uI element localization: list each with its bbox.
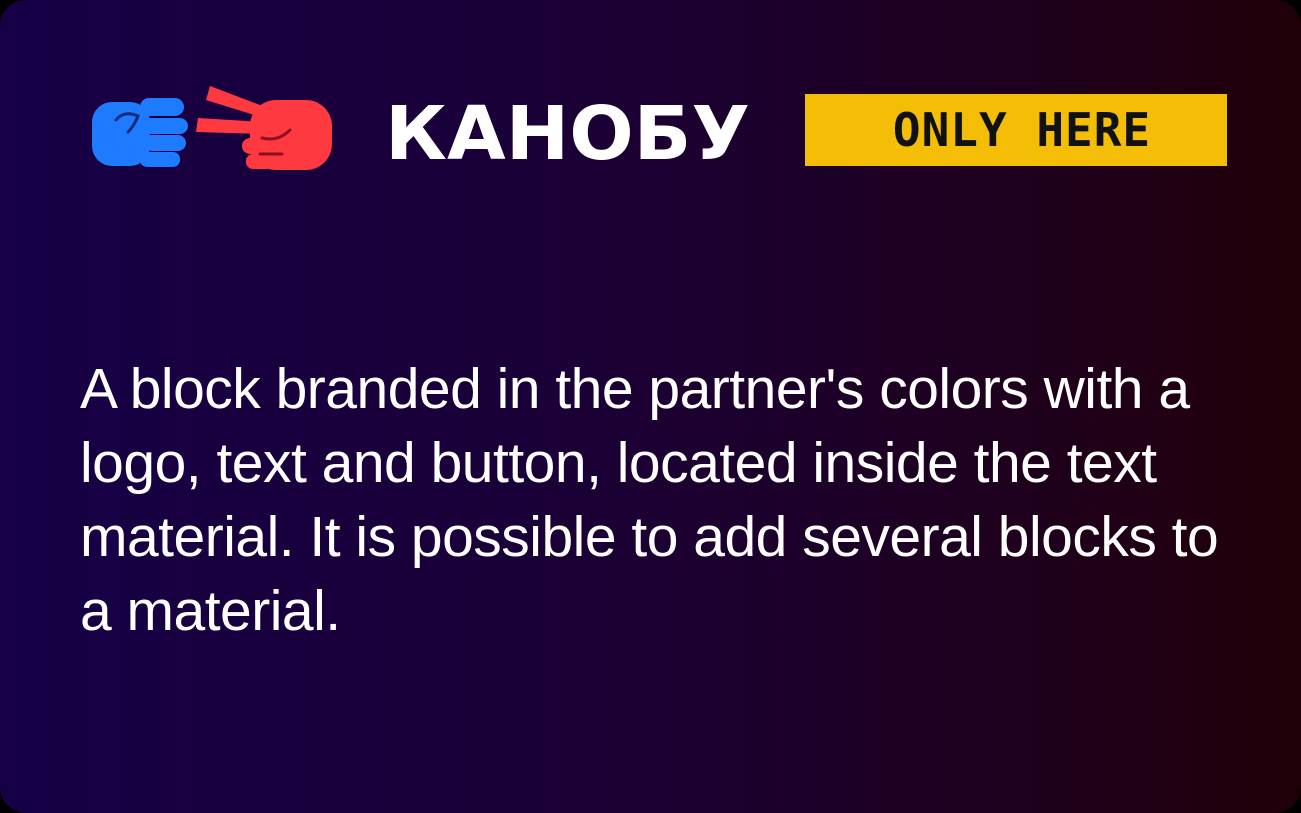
kanobu-wordmark: КАНОБУ [385, 93, 750, 165]
badge-label: ONLY HERE [892, 103, 1152, 157]
rock-paper-scissors-hands-icon [92, 86, 332, 170]
only-here-badge: ONLY HERE [805, 94, 1227, 166]
kanobu-logo [90, 82, 336, 172]
svg-text:КАНОБУ: КАНОБУ [385, 93, 750, 165]
branded-block-card: КАНОБУ ONLY HERE A block branded in the … [0, 0, 1301, 813]
block-description: A block branded in the partner's colors … [80, 357, 1219, 643]
